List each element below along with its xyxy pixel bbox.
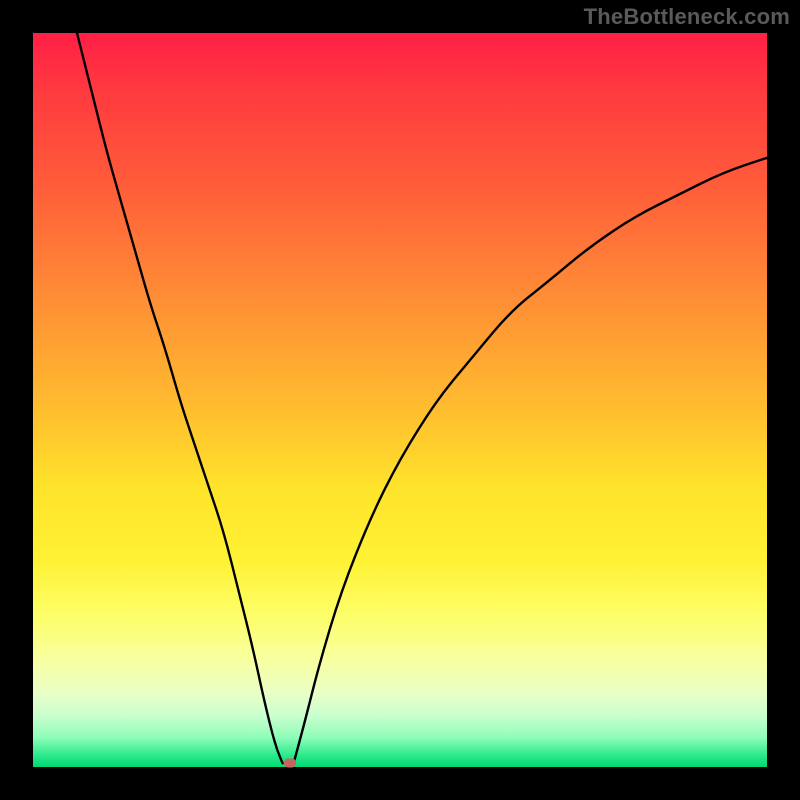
bottleneck-marker	[284, 758, 296, 767]
attribution-text: TheBottleneck.com	[584, 4, 790, 30]
curve-right-branch	[294, 158, 767, 764]
plot-area	[33, 33, 767, 767]
chart-frame: TheBottleneck.com	[0, 0, 800, 800]
curve-svg	[33, 33, 767, 767]
curve-left-branch	[77, 33, 283, 763]
